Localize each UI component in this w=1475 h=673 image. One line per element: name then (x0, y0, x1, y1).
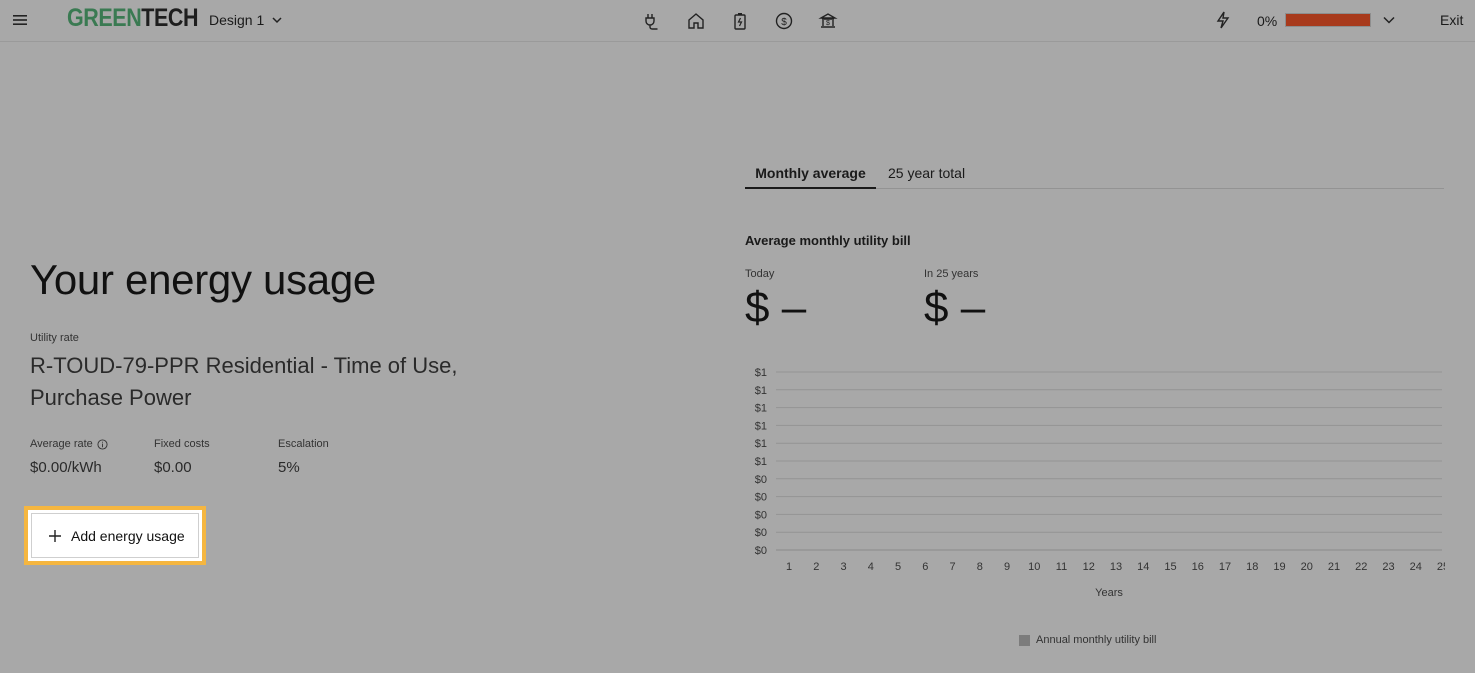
stat-label: Fixed costs (154, 438, 210, 450)
add-energy-usage-button[interactable]: Add energy usage (31, 513, 199, 558)
logo-green-text: GREEN (67, 4, 142, 32)
stat-average-rate: Average rate $0.00/kWh (30, 438, 108, 476)
x-tick-label: 25 (1437, 561, 1445, 573)
y-tick-label: $1 (755, 367, 767, 379)
battery-icon[interactable] (728, 10, 752, 32)
y-tick-label: $0 (755, 492, 767, 504)
y-tick-label: $0 (755, 545, 767, 557)
x-tick-label: 8 (977, 561, 983, 573)
plus-icon (49, 529, 61, 542)
x-tick-label: 4 (868, 561, 874, 573)
y-tick-label: $1 (755, 438, 767, 450)
x-tick-label: 24 (1410, 561, 1422, 573)
x-tick-label: 19 (1273, 561, 1285, 573)
utility-rate-name: R-TOUD-79-PPR Residential - Time of Use,… (30, 353, 458, 410)
x-tick-label: 18 (1246, 561, 1258, 573)
x-tick-label: 5 (895, 561, 901, 573)
stat-escalation: Escalation 5% (278, 438, 329, 476)
logo-tech-text: TECH (141, 4, 199, 32)
today-label: Today (745, 268, 775, 280)
y-tick-label: $1 (755, 385, 767, 397)
chevron-down-icon (272, 17, 282, 24)
chart-legend: Annual monthly utility bill (1019, 634, 1156, 646)
utility-rate-label: Utility rate (30, 332, 79, 344)
legend-swatch (1019, 634, 1030, 646)
x-tick-label: 12 (1083, 561, 1095, 573)
design-selector[interactable]: Design 1 (209, 12, 283, 28)
x-tick-label: 10 (1028, 561, 1040, 573)
x-tick-label: 15 (1164, 561, 1176, 573)
top-bar: GREENTECH Design 1 $ $ 0% Exit (0, 0, 1475, 42)
x-tick-label: 2 (813, 561, 819, 573)
future-value: $ – (924, 283, 986, 332)
svg-text:$: $ (781, 17, 787, 28)
x-tick-label: 21 (1328, 561, 1340, 573)
x-tick-label: 6 (922, 561, 928, 573)
today-value: $ – (745, 283, 807, 332)
future-label: In 25 years (924, 268, 979, 280)
today-bill: Today $ – (745, 268, 806, 330)
stat-label: Escalation (278, 438, 329, 450)
x-tick-label: 20 (1301, 561, 1313, 573)
stat-value: 5% (278, 459, 300, 476)
home-icon[interactable] (684, 10, 708, 32)
add-energy-usage-label: Add energy usage (71, 527, 185, 544)
bank-icon[interactable]: $ (816, 10, 840, 32)
x-tick-label: 1 (786, 561, 792, 573)
x-tick-label: 22 (1355, 561, 1367, 573)
y-tick-label: $1 (755, 403, 767, 415)
x-axis-label: Years (1095, 587, 1123, 599)
svg-text:$: $ (826, 20, 830, 27)
page-title: Your energy usage (30, 256, 376, 303)
x-tick-label: 3 (840, 561, 846, 573)
progress-percent: 0% (1257, 13, 1278, 29)
utility-bill-chart: $1$1$1$1$1$1$0$0$0$0$01 2 3 4 5 6 7 8 9 10 11 12 13 1… (755, 367, 1445, 599)
x-tick-label: 23 (1382, 561, 1394, 573)
info-icon[interactable] (97, 438, 108, 450)
view-tabs: Monthly average 25 year total (745, 160, 1444, 189)
stat-label: Average rate (30, 438, 93, 450)
add-energy-usage-highlight: Add energy usage (24, 506, 206, 565)
legend-label: Annual monthly utility bill (1036, 634, 1157, 646)
x-tick-label: 17 (1219, 561, 1231, 573)
progress-bar (1285, 13, 1371, 27)
hamburger-menu-icon[interactable] (11, 12, 29, 28)
progress-bar-fill (1286, 14, 1370, 26)
stat-value: $0.00/kWh (30, 459, 102, 476)
dollar-icon[interactable]: $ (772, 10, 796, 32)
bolt-icon (1216, 11, 1230, 29)
x-tick-label: 11 (1056, 561, 1067, 573)
tab-monthly-average[interactable]: Monthly average (745, 165, 876, 189)
x-tick-label: 9 (1004, 561, 1010, 573)
design-label: Design 1 (209, 12, 265, 28)
plug-icon[interactable] (640, 10, 664, 32)
x-tick-label: 14 (1137, 561, 1149, 573)
exit-button[interactable]: Exit (1440, 12, 1463, 28)
step-navigation: $ $ (640, 10, 840, 32)
future-bill: In 25 years $ – (924, 268, 985, 330)
y-tick-label: $0 (755, 474, 767, 486)
tab-25-year-total[interactable]: 25 year total (888, 165, 965, 189)
y-tick-label: $0 (755, 527, 767, 539)
stat-fixed-costs: Fixed costs $0.00 (154, 438, 210, 476)
bill-title: Average monthly utility bill (745, 233, 911, 248)
greentech-logo[interactable]: GREENTECH (67, 4, 199, 33)
y-tick-label: $1 (755, 420, 767, 432)
x-tick-label: 16 (1192, 561, 1204, 573)
stat-value: $0.00 (154, 459, 192, 476)
x-tick-label: 13 (1110, 561, 1122, 573)
y-tick-label: $0 (755, 509, 767, 521)
chevron-down-icon[interactable] (1382, 13, 1396, 27)
y-tick-label: $1 (755, 456, 767, 468)
x-tick-label: 7 (949, 561, 955, 573)
